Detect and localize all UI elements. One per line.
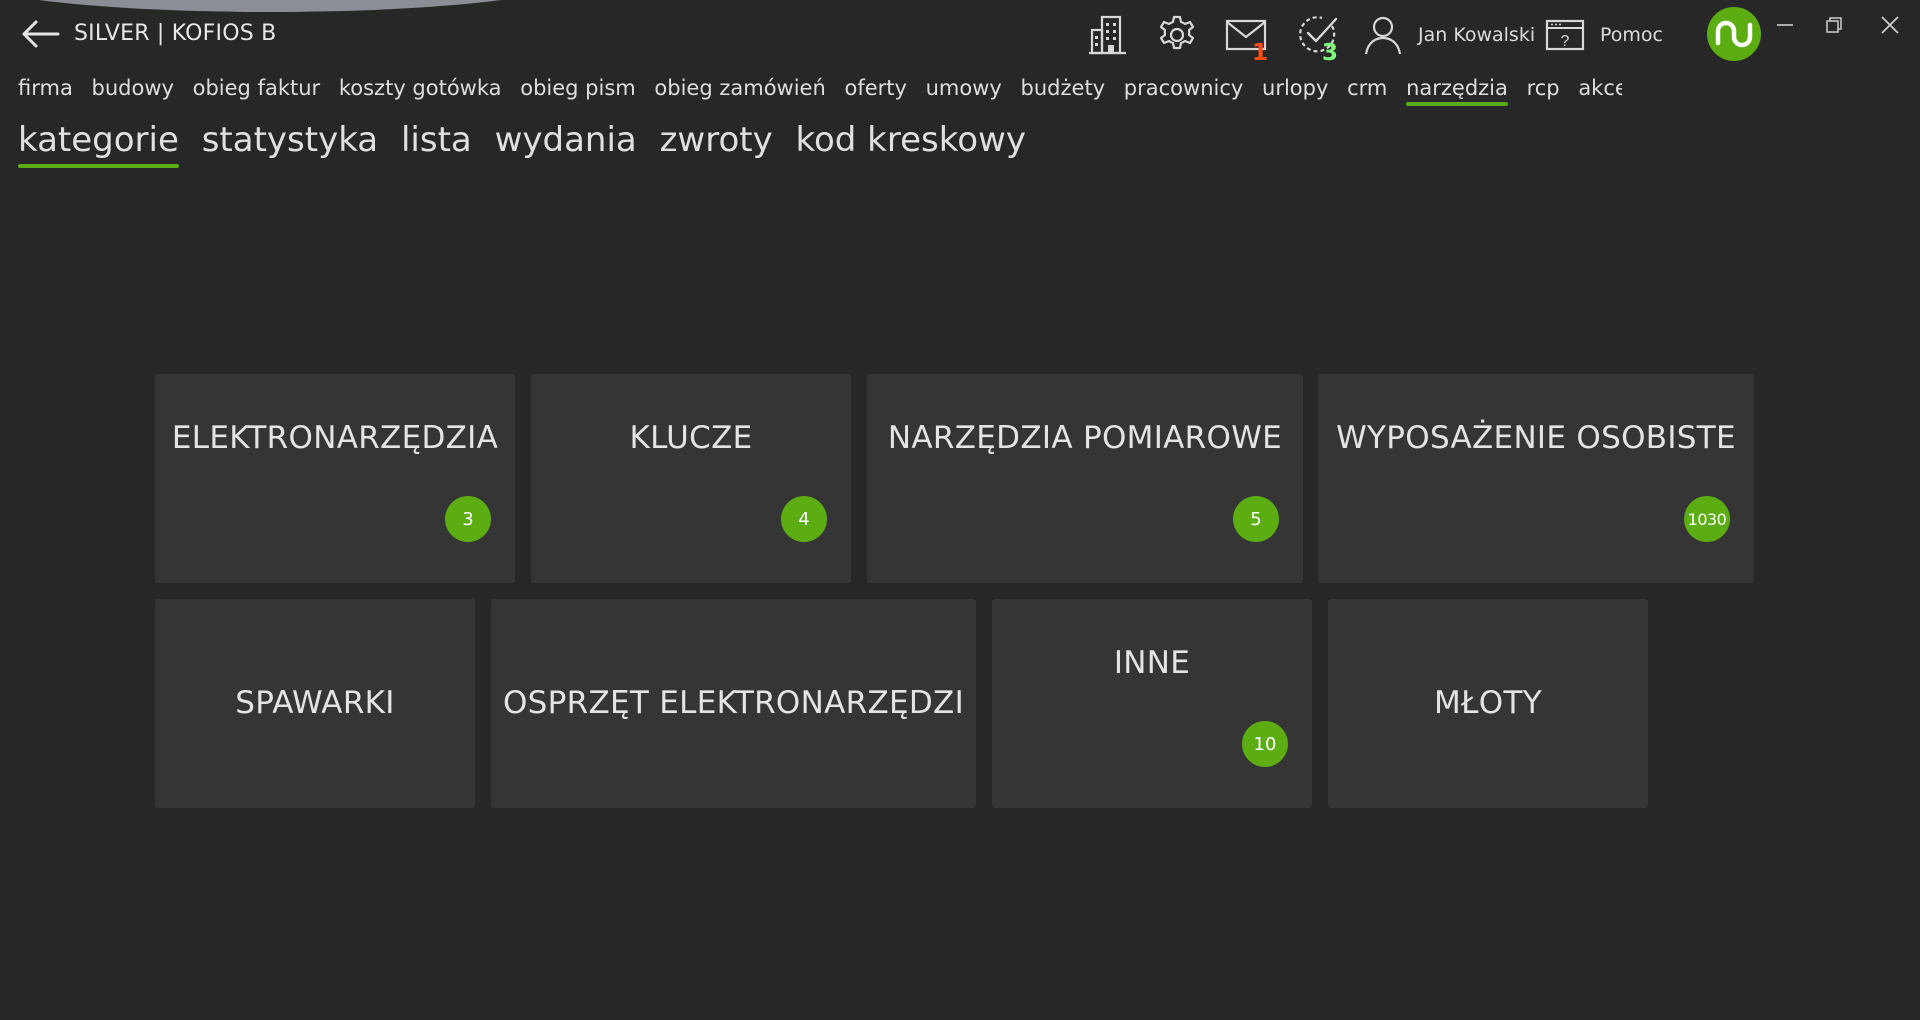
category-tile[interactable]: SPAWARKI xyxy=(155,599,475,808)
category-count-badge: 10 xyxy=(1242,721,1288,767)
module-oferty[interactable]: oferty xyxy=(844,76,906,106)
module-akceptacje-rob[interactable]: akceptacje rob xyxy=(1578,76,1622,106)
tasks-count-badge: 3 xyxy=(1322,40,1339,66)
category-label: KLUCZE xyxy=(629,420,753,456)
category-label: OSPRZĘT ELEKTRONARZĘDZI xyxy=(502,685,965,721)
module-obieg-zamowien[interactable]: obieg zamówień xyxy=(654,76,825,106)
tab-kod-kreskowy[interactable]: kod kreskowy xyxy=(796,120,1026,168)
user-name[interactable]: Jan Kowalski xyxy=(1418,24,1535,46)
close-button[interactable] xyxy=(1870,10,1910,40)
tab-lista[interactable]: lista xyxy=(401,120,472,168)
category-count-badge: 4 xyxy=(781,496,827,542)
user-icon xyxy=(1364,16,1402,55)
category-tile[interactable]: WYPOSAŻENIE OSOBISTE 1030 xyxy=(1318,374,1754,583)
help-window-icon: ? xyxy=(1545,19,1585,51)
title-bar: SILVER | KOFIOS B 1 3 Jan Kowalski ? Pom… xyxy=(0,0,1920,70)
category-label: ELEKTRONARZĘDZIA xyxy=(171,420,499,456)
category-tile[interactable]: INNE 10 xyxy=(992,599,1312,808)
module-urlopy[interactable]: urlopy xyxy=(1262,76,1328,106)
mail-count-badge: 1 xyxy=(1252,40,1269,66)
logo-icon xyxy=(1715,20,1753,48)
back-button[interactable] xyxy=(18,16,62,52)
minimize-icon xyxy=(1777,24,1793,26)
app-title: SILVER | KOFIOS B xyxy=(74,21,277,46)
module-narzedzia[interactable]: narzędzia xyxy=(1406,76,1508,106)
user-button[interactable] xyxy=(1360,12,1406,58)
arrow-left-icon xyxy=(22,20,60,48)
category-tile[interactable]: OSPRZĘT ELEKTRONARZĘDZI xyxy=(491,599,976,808)
tasks-button[interactable]: 3 xyxy=(1294,12,1342,65)
close-icon xyxy=(1881,16,1899,34)
minimize-button[interactable] xyxy=(1765,10,1805,40)
messages-button[interactable]: 1 xyxy=(1222,12,1270,65)
module-koszty-gotowka[interactable]: koszty gotówka xyxy=(339,76,502,106)
restore-icon xyxy=(1826,17,1842,33)
module-crm[interactable]: crm xyxy=(1347,76,1387,106)
building-icon xyxy=(1089,15,1126,55)
module-obieg-faktur[interactable]: obieg faktur xyxy=(193,76,321,106)
category-label: INNE xyxy=(1113,645,1191,681)
category-count-badge: 1030 xyxy=(1684,496,1730,542)
tab-zwroty[interactable]: zwroty xyxy=(660,120,773,168)
category-tile[interactable]: MŁOTY xyxy=(1328,599,1648,808)
module-firma[interactable]: firma xyxy=(18,76,73,106)
category-tile[interactable]: NARZĘDZIA POMIAROWE 5 xyxy=(867,374,1303,583)
category-label: WYPOSAŻENIE OSOBISTE xyxy=(1336,420,1736,456)
gear-icon xyxy=(1159,15,1195,50)
tab-wydania[interactable]: wydania xyxy=(495,120,637,168)
tab-statystyka[interactable]: statystyka xyxy=(202,120,378,168)
category-label: SPAWARKI xyxy=(235,685,395,721)
module-nav: firma budowy obieg faktur koszty gotówka… xyxy=(18,76,1622,112)
sub-tabs: kategorie statystyka lista wydania zwrot… xyxy=(18,120,1038,172)
help-label[interactable]: Pomoc xyxy=(1600,24,1663,46)
company-button[interactable] xyxy=(1086,12,1130,58)
category-label: NARZĘDZIA POMIAROWE xyxy=(887,420,1283,456)
module-umowy[interactable]: umowy xyxy=(926,76,1002,106)
category-count-badge: 5 xyxy=(1233,496,1279,542)
module-obieg-pism[interactable]: obieg pism xyxy=(520,76,636,106)
svg-text:?: ? xyxy=(1561,33,1570,50)
module-rcp[interactable]: rcp xyxy=(1527,76,1560,106)
app-logo[interactable] xyxy=(1707,7,1761,61)
module-pracownicy[interactable]: pracownicy xyxy=(1124,76,1244,106)
settings-button[interactable] xyxy=(1154,12,1200,58)
category-tile[interactable]: ELEKTRONARZĘDZIA 3 xyxy=(155,374,515,583)
module-budowy[interactable]: budowy xyxy=(92,76,174,106)
app-window: SILVER | KOFIOS B 1 3 Jan Kowalski ? Pom… xyxy=(0,0,1920,1020)
maximize-button[interactable] xyxy=(1814,10,1854,40)
category-count-badge: 3 xyxy=(445,496,491,542)
category-tile[interactable]: KLUCZE 4 xyxy=(531,374,851,583)
tab-kategorie[interactable]: kategorie xyxy=(18,120,179,168)
help-button[interactable]: ? xyxy=(1542,12,1588,58)
module-budzety[interactable]: budżety xyxy=(1021,76,1106,106)
category-label: MŁOTY xyxy=(1434,685,1542,721)
